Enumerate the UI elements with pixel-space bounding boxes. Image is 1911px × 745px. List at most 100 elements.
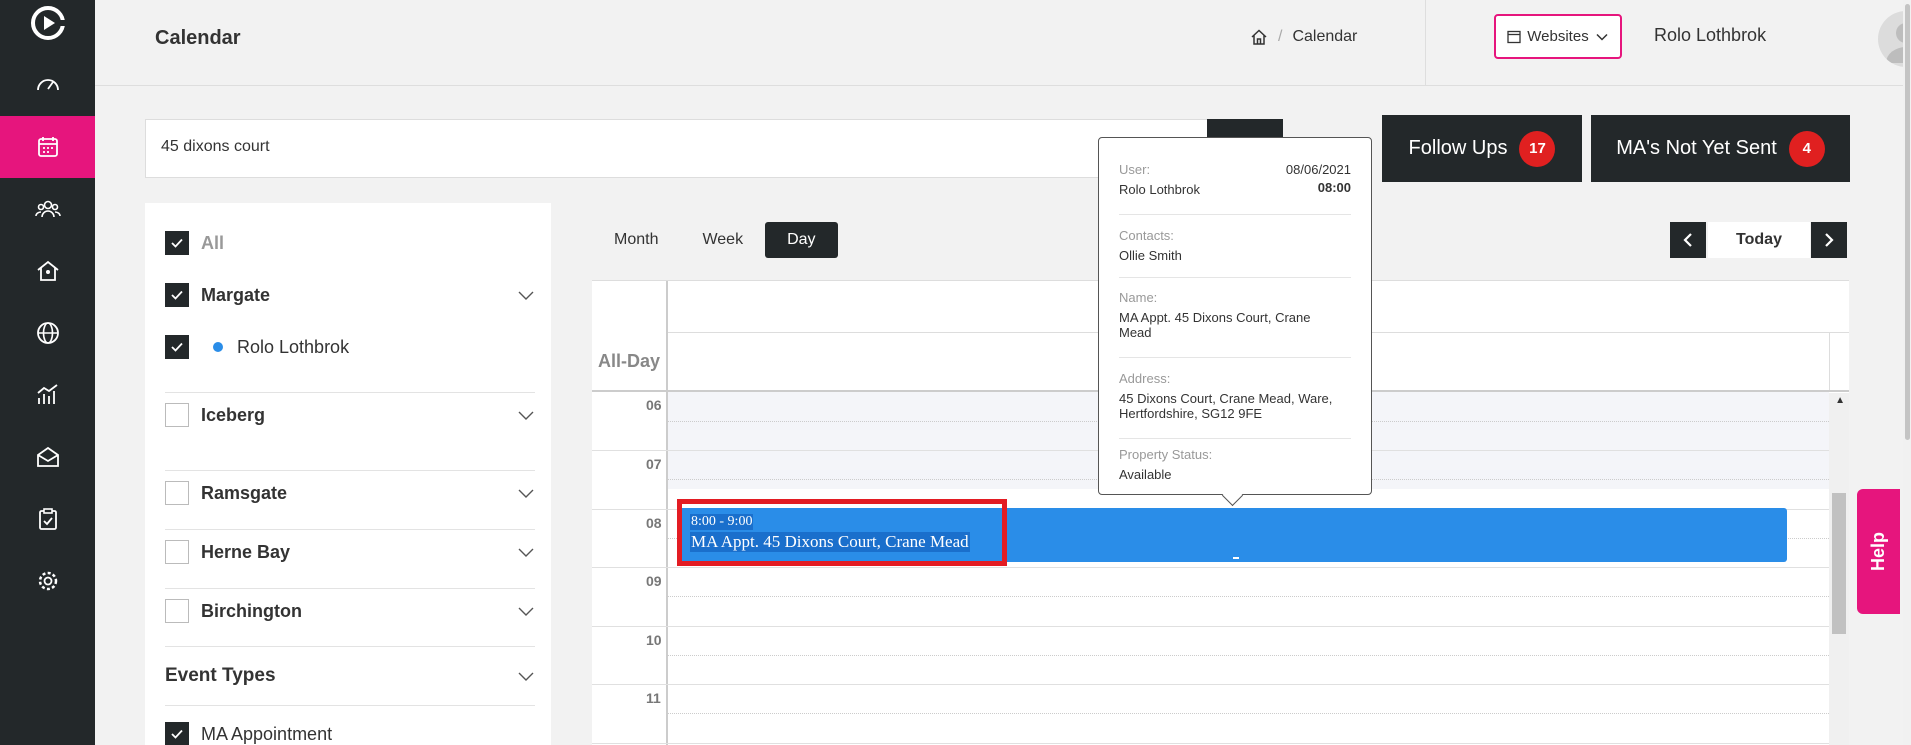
filter-herne-bay-checkbox[interactable] (165, 540, 189, 564)
tooltip-date: 08/06/2021 (1285, 162, 1351, 177)
nav-messages[interactable] (0, 426, 95, 488)
nav-calendar[interactable] (0, 116, 95, 178)
tooltip-contacts-section: Contacts: Ollie Smith (1119, 228, 1351, 263)
filter-group-label: Ramsgate (201, 482, 288, 503)
help-tab[interactable]: Help (1857, 489, 1900, 614)
filter-ma-appointment-checkbox[interactable] (165, 722, 189, 745)
scroll-up-arrow-icon[interactable]: ▲ (1835, 395, 1845, 406)
tooltip-name-line2: Mead (1119, 325, 1152, 340)
chevron-down-icon[interactable] (517, 543, 535, 561)
view-month-button[interactable]: Month (592, 222, 681, 258)
divider (1119, 214, 1351, 215)
speedometer-icon (36, 79, 59, 91)
previous-day-button[interactable] (1670, 222, 1706, 258)
hour-line (592, 684, 1829, 685)
filter-all[interactable]: All (165, 231, 535, 255)
breadcrumb-current: Calendar (1292, 28, 1358, 45)
tooltip-status-label: Property Status: (1119, 447, 1213, 462)
mas-not-yet-sent-count-badge: 4 (1788, 130, 1825, 167)
mas-not-yet-sent-button[interactable]: MA's Not Yet Sent 4 (1591, 115, 1850, 182)
event-highlight-box (677, 499, 1007, 566)
user-color-dot (213, 342, 223, 352)
envelope-icon (36, 446, 59, 467)
filter-rolo-checkbox[interactable] (165, 335, 189, 359)
filter-group-iceberg[interactable]: Iceberg (165, 403, 535, 427)
hour-label: 11 (646, 690, 661, 706)
page-title: Calendar (155, 27, 241, 49)
page-scroll-thumb[interactable] (1905, 4, 1910, 440)
hour-line (592, 626, 1829, 627)
chevron-left-icon (1683, 233, 1692, 247)
divider (165, 705, 535, 706)
nav-properties[interactable] (0, 240, 95, 302)
hour-line (592, 743, 1829, 744)
tooltip-address-section: Address: 45 Dixons Court, Crane Mead, Wa… (1119, 371, 1351, 421)
globe-icon (36, 322, 59, 344)
hour-label: 07 (646, 456, 662, 472)
chevron-down-icon (1596, 33, 1608, 41)
hour-label: 08 (646, 515, 662, 531)
chevron-down-icon[interactable] (517, 406, 535, 424)
divider (165, 529, 535, 530)
nav-reports[interactable] (0, 364, 95, 426)
filter-group-birchington[interactable]: Birchington (165, 599, 535, 623)
tooltip-time: 08:00 (1317, 180, 1351, 195)
hour-label: 06 (646, 397, 662, 413)
chevron-down-icon[interactable] (517, 667, 535, 685)
calendar-scroll-thumb[interactable] (1832, 493, 1846, 634)
nav-settings[interactable] (0, 550, 95, 612)
half-hour-line (668, 655, 1829, 656)
nav-websites[interactable] (0, 302, 95, 364)
search-input[interactable] (161, 138, 1211, 156)
today-button[interactable]: Today (1708, 222, 1810, 258)
filter-user-rolo-lothbrok[interactable]: Rolo Lothbrok (165, 335, 535, 359)
divider (165, 470, 535, 471)
filter-group-label: Iceberg (201, 404, 266, 425)
view-day-button[interactable]: Day (765, 222, 838, 258)
check-icon (171, 238, 183, 248)
filter-group-label: Margate (201, 284, 271, 305)
filter-group-herne-bay[interactable]: Herne Bay (165, 540, 535, 564)
filter-ramsgate-checkbox[interactable] (165, 481, 189, 505)
home-icon[interactable] (1250, 28, 1268, 46)
grid-line (1829, 333, 1830, 390)
event-tooltip: User: 08/06/2021 Rolo Lothbrok 08:00 Con… (1098, 137, 1372, 495)
nav-dashboard[interactable] (0, 54, 95, 116)
filter-iceberg-checkbox[interactable] (165, 403, 189, 427)
chevron-down-icon[interactable] (517, 286, 535, 304)
filter-margate-checkbox[interactable] (165, 283, 189, 307)
filter-group-ramsgate[interactable]: Ramsgate (165, 481, 535, 505)
tooltip-name-label: Name: (1119, 290, 1158, 305)
follow-ups-button[interactable]: Follow Ups 17 (1382, 115, 1582, 182)
tooltip-contacts: Ollie Smith (1119, 248, 1182, 263)
filter-birchington-checkbox[interactable] (165, 599, 189, 623)
next-day-button[interactable] (1811, 222, 1847, 258)
mas-not-yet-sent-label: MA's Not Yet Sent (1616, 137, 1777, 159)
filter-panel: All Margate Rolo Lothbrok Iceberg Ramsga… (145, 203, 551, 745)
chevron-down-icon[interactable] (517, 484, 535, 502)
filter-event-type-ma-appointment[interactable]: MA Appointment (165, 722, 535, 745)
divider (165, 392, 535, 393)
tooltip-name-line1: MA Appt. 45 Dixons Court, Crane (1119, 310, 1311, 325)
clipboard-check-icon (38, 508, 57, 530)
view-week-button[interactable]: Week (680, 222, 766, 258)
filter-all-checkbox[interactable] (165, 231, 189, 255)
event-resize-handle[interactable] (1233, 557, 1239, 559)
divider (1119, 438, 1351, 439)
chevron-down-icon[interactable] (517, 602, 535, 620)
breadcrumb: / Calendar (1250, 28, 1357, 46)
app-logo-icon[interactable] (29, 4, 67, 42)
event-types-header[interactable]: Event Types (165, 665, 535, 687)
filter-user-label: Rolo Lothbrok (237, 336, 350, 357)
tooltip-status-section: Property Status: Available (1119, 447, 1351, 482)
user-name[interactable]: Rolo Lothbrok (1654, 25, 1766, 46)
filter-group-margate[interactable]: Margate (165, 283, 535, 307)
nav-tasks[interactable] (0, 488, 95, 550)
hour-line (592, 567, 1829, 568)
breadcrumb-separator: / (1278, 28, 1283, 45)
websites-dropdown[interactable]: Websites (1494, 14, 1622, 59)
tooltip-address-line2: Hertfordshire, SG12 9FE (1119, 406, 1263, 421)
divider (1119, 277, 1351, 278)
half-hour-line (668, 713, 1829, 714)
nav-contacts[interactable] (0, 178, 95, 240)
